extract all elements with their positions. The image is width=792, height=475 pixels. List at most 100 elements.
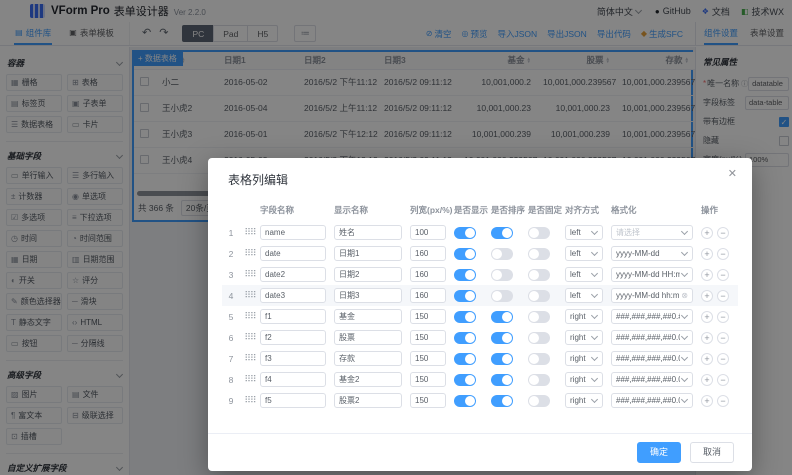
field-name-input[interactable]: f1 bbox=[260, 309, 326, 324]
column-width-input[interactable]: 150 bbox=[410, 309, 446, 324]
field-name-input[interactable]: date2 bbox=[260, 267, 326, 282]
column-width-input[interactable]: 160 bbox=[410, 267, 446, 282]
show-toggle[interactable] bbox=[454, 353, 476, 365]
column-width-input[interactable]: 150 bbox=[410, 351, 446, 366]
format-select[interactable]: ###,###,###,##0.000 bbox=[611, 372, 693, 387]
field-name-input[interactable]: name bbox=[260, 225, 326, 240]
format-select[interactable]: yyyy-MM-dd hh:mm:ss⊗ bbox=[611, 288, 693, 303]
fixed-toggle[interactable] bbox=[528, 290, 550, 302]
field-name-input[interactable]: f3 bbox=[260, 351, 326, 366]
show-toggle[interactable] bbox=[454, 374, 476, 386]
fixed-toggle[interactable] bbox=[528, 227, 550, 239]
column-width-input[interactable]: 160 bbox=[410, 246, 446, 261]
drag-handle-icon[interactable]: ⠿⠿ bbox=[240, 248, 260, 259]
add-row-button[interactable]: + bbox=[701, 374, 713, 386]
remove-row-button[interactable]: − bbox=[717, 374, 729, 386]
align-select[interactable]: left bbox=[565, 267, 603, 282]
column-width-input[interactable]: 100 bbox=[410, 225, 446, 240]
remove-row-button[interactable]: − bbox=[717, 395, 729, 407]
field-name-input[interactable]: date3 bbox=[260, 288, 326, 303]
display-name-input[interactable]: 日期3 bbox=[334, 288, 402, 303]
sort-toggle[interactable] bbox=[491, 353, 513, 365]
display-name-input[interactable]: 姓名 bbox=[334, 225, 402, 240]
display-name-input[interactable]: 基金 bbox=[334, 309, 402, 324]
display-name-input[interactable]: 日期1 bbox=[334, 246, 402, 261]
remove-row-button[interactable]: − bbox=[717, 290, 729, 302]
column-width-input[interactable]: 150 bbox=[410, 393, 446, 408]
display-name-input[interactable]: 股票2 bbox=[334, 393, 402, 408]
align-select[interactable]: left bbox=[565, 288, 603, 303]
add-row-button[interactable]: + bbox=[701, 395, 713, 407]
drag-handle-icon[interactable]: ⠿⠿ bbox=[240, 395, 260, 406]
remove-row-button[interactable]: − bbox=[717, 353, 729, 365]
format-select[interactable]: ###,###,###,##0.0000 bbox=[611, 351, 693, 366]
display-name-input[interactable]: 存款 bbox=[334, 351, 402, 366]
cancel-button[interactable]: 取消 bbox=[690, 442, 734, 463]
clear-icon[interactable]: ⊗ bbox=[681, 292, 688, 300]
add-row-button[interactable]: + bbox=[701, 290, 713, 302]
sort-toggle[interactable] bbox=[491, 269, 513, 281]
fixed-toggle[interactable] bbox=[528, 353, 550, 365]
format-select[interactable]: yyyy-MM-dd HH:mm:ss bbox=[611, 267, 693, 282]
align-select[interactable]: right bbox=[565, 309, 603, 324]
remove-row-button[interactable]: − bbox=[717, 311, 729, 323]
drag-handle-icon[interactable]: ⠿⠿ bbox=[240, 374, 260, 385]
remove-row-button[interactable]: − bbox=[717, 248, 729, 260]
add-row-button[interactable]: + bbox=[701, 332, 713, 344]
format-select[interactable]: 请选择 bbox=[611, 225, 693, 240]
align-select[interactable]: right bbox=[565, 330, 603, 345]
field-name-input[interactable]: f4 bbox=[260, 372, 326, 387]
align-select[interactable]: right bbox=[565, 351, 603, 366]
sort-toggle[interactable] bbox=[491, 248, 513, 260]
drag-handle-icon[interactable]: ⠿⠿ bbox=[240, 227, 260, 238]
add-row-button[interactable]: + bbox=[701, 311, 713, 323]
show-toggle[interactable] bbox=[454, 395, 476, 407]
sort-toggle[interactable] bbox=[491, 332, 513, 344]
format-select[interactable]: ###,###,###,##0.00 bbox=[611, 393, 693, 408]
drag-handle-icon[interactable]: ⠿⠿ bbox=[240, 311, 260, 322]
column-width-input[interactable]: 150 bbox=[410, 330, 446, 345]
drag-handle-icon[interactable]: ⠿⠿ bbox=[240, 353, 260, 364]
align-select[interactable]: left bbox=[565, 225, 603, 240]
show-toggle[interactable] bbox=[454, 332, 476, 344]
display-name-input[interactable]: 股票 bbox=[334, 330, 402, 345]
fixed-toggle[interactable] bbox=[528, 332, 550, 344]
fixed-toggle[interactable] bbox=[528, 248, 550, 260]
field-name-input[interactable]: f2 bbox=[260, 330, 326, 345]
add-row-button[interactable]: + bbox=[701, 353, 713, 365]
fixed-toggle[interactable] bbox=[528, 269, 550, 281]
confirm-button[interactable]: 确定 bbox=[637, 442, 681, 463]
remove-row-button[interactable]: − bbox=[717, 332, 729, 344]
column-width-input[interactable]: 160 bbox=[410, 288, 446, 303]
remove-row-button[interactable]: − bbox=[717, 227, 729, 239]
display-name-input[interactable]: 日期2 bbox=[334, 267, 402, 282]
add-row-button[interactable]: + bbox=[701, 248, 713, 260]
drag-handle-icon[interactable]: ⠿⠿ bbox=[240, 269, 260, 280]
sort-toggle[interactable] bbox=[491, 395, 513, 407]
format-select[interactable]: yyyy-MM-dd bbox=[611, 246, 693, 261]
sort-toggle[interactable] bbox=[491, 227, 513, 239]
column-width-input[interactable]: 150 bbox=[410, 372, 446, 387]
align-select[interactable]: right bbox=[565, 372, 603, 387]
format-select[interactable]: ###,###,###,##0.00## bbox=[611, 330, 693, 345]
close-icon[interactable]: ✕ bbox=[728, 169, 737, 180]
show-toggle[interactable] bbox=[454, 269, 476, 281]
fixed-toggle[interactable] bbox=[528, 311, 550, 323]
format-select[interactable]: ###,###,###,##0.##### bbox=[611, 309, 693, 324]
show-toggle[interactable] bbox=[454, 290, 476, 302]
field-name-input[interactable]: date bbox=[260, 246, 326, 261]
show-toggle[interactable] bbox=[454, 311, 476, 323]
fixed-toggle[interactable] bbox=[528, 374, 550, 386]
add-row-button[interactable]: + bbox=[701, 269, 713, 281]
add-row-button[interactable]: + bbox=[701, 227, 713, 239]
show-toggle[interactable] bbox=[454, 227, 476, 239]
sort-toggle[interactable] bbox=[491, 311, 513, 323]
fixed-toggle[interactable] bbox=[528, 395, 550, 407]
drag-handle-icon[interactable]: ⠿⠿ bbox=[240, 332, 260, 343]
sort-toggle[interactable] bbox=[491, 374, 513, 386]
remove-row-button[interactable]: − bbox=[717, 269, 729, 281]
display-name-input[interactable]: 基金2 bbox=[334, 372, 402, 387]
align-select[interactable]: left bbox=[565, 246, 603, 261]
align-select[interactable]: right bbox=[565, 393, 603, 408]
drag-handle-icon[interactable]: ⠿⠿ bbox=[240, 290, 260, 301]
